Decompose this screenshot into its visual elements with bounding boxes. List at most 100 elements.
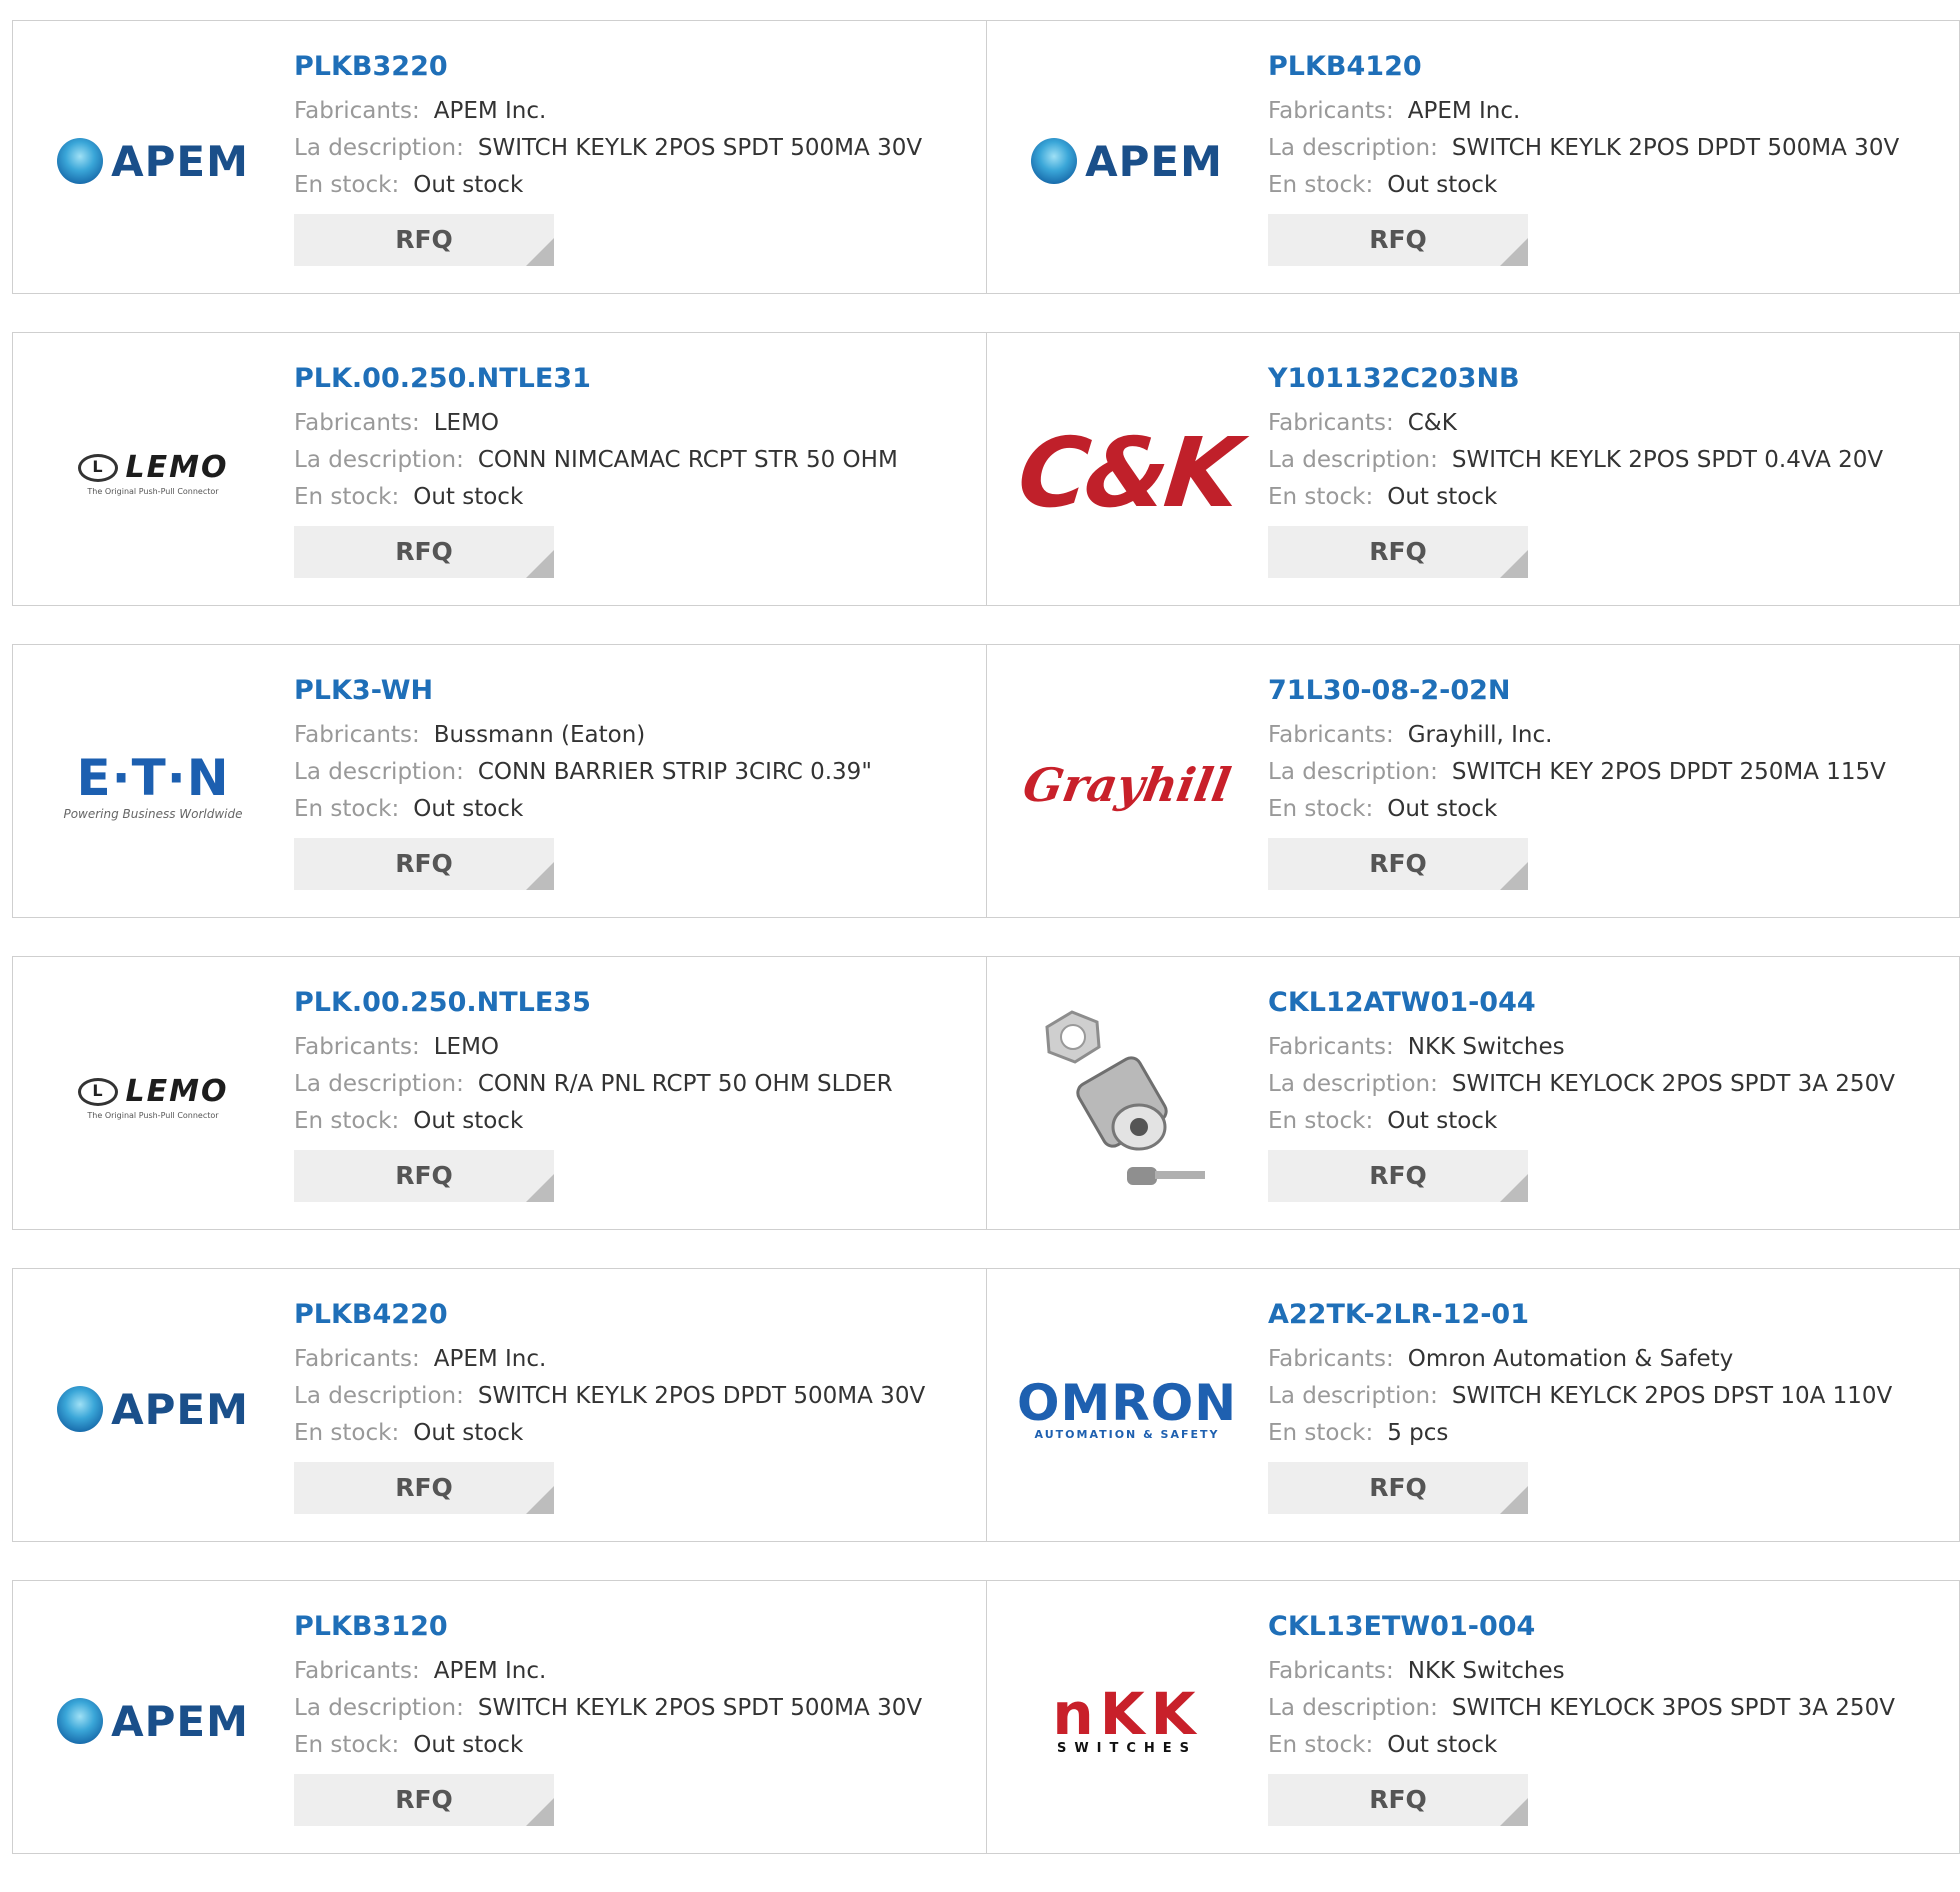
corner-triangle-icon — [526, 238, 554, 266]
manufacturer-logo[interactable]: L LEMO The Original Push-Pull Connector — [53, 373, 253, 573]
manufacturer-value: Grayhill, Inc. — [1407, 722, 1553, 748]
description-label: La description: — [294, 759, 464, 785]
manufacturer-line: Fabricants: C&K — [1268, 405, 1948, 442]
manufacturer-logo[interactable]: APEM — [53, 61, 253, 261]
part-number-link[interactable]: 71L30-08-2-02N — [1268, 673, 1948, 709]
product-info: Y101132C203NB Fabricants: C&K La descript… — [1268, 361, 1948, 578]
description-value: SWITCH KEYLK 2POS SPDT 0.4VA 20V — [1451, 447, 1884, 473]
product-row: L LEMO The Original Push-Pull Connector PL… — [12, 332, 1960, 606]
rfq-button[interactable]: RFQ — [294, 1774, 554, 1826]
rfq-button[interactable]: RFQ — [294, 1462, 554, 1514]
product-card: L LEMO The Original Push-Pull Connector PL… — [12, 332, 987, 606]
description-label: La description: — [1268, 1383, 1438, 1409]
manufacturer-logo[interactable]: OMRON AUTOMATION & SAFETY — [1017, 1309, 1236, 1509]
manufacturer-line: Fabricants: Grayhill, Inc. — [1268, 717, 1948, 754]
manufacturer-value: LEMO — [433, 1034, 500, 1060]
description-value: CONN R/A PNL RCPT 50 OHM SLDER — [477, 1071, 893, 1097]
rfq-label: RFQ — [1369, 849, 1427, 878]
product-info: PLKB4120 Fabricants: APEM Inc. La descrip… — [1268, 49, 1948, 266]
product-row: APEM PLKB3120 Fabricants: APEM Inc. La de… — [12, 1580, 1960, 1854]
rfq-button[interactable]: RFQ — [1268, 1774, 1528, 1826]
product-info: PLKB4220 Fabricants: APEM Inc. La descrip… — [294, 1297, 974, 1514]
stock-line: En stock: Out stock — [294, 1415, 974, 1452]
manufacturer-logo[interactable] — [1027, 997, 1227, 1197]
description-line: La description: CONN NIMCAMAC RCPT STR 50… — [294, 442, 974, 479]
eaton-logo-text: E·T·N — [76, 749, 230, 807]
manufacturer-value: NKK Switches — [1407, 1034, 1565, 1060]
stock-value: Out stock — [1387, 1732, 1498, 1758]
omron-logo-text: OMRON — [1016, 1373, 1238, 1432]
manufacturer-value: C&K — [1407, 410, 1457, 436]
part-number-link[interactable]: CKL12ATW01-044 — [1268, 985, 1948, 1021]
description-line: La description: SWITCH KEY 2POS DPDT 250M… — [1268, 754, 1948, 791]
stock-line: En stock: Out stock — [294, 1103, 974, 1140]
apem-logo: APEM — [57, 137, 249, 186]
part-number-link[interactable]: CKL13ETW01-004 — [1268, 1609, 1948, 1645]
part-number-link[interactable]: PLKB3220 — [294, 49, 974, 85]
stock-value: Out stock — [1387, 796, 1498, 822]
manufacturer-logo[interactable]: E·T·N Powering Business Worldwide — [53, 685, 253, 885]
product-info: 71L30-08-2-02N Fabricants: Grayhill, Inc.… — [1268, 673, 1948, 890]
manufacturer-label: Fabricants: — [294, 722, 420, 748]
stock-label: En stock: — [294, 1420, 400, 1446]
omron-logo: OMRON AUTOMATION & SAFETY — [1017, 1378, 1237, 1441]
globe-icon — [57, 1698, 104, 1744]
corner-triangle-icon — [1500, 1798, 1528, 1826]
globe-icon — [57, 1386, 104, 1432]
description-line: La description: SWITCH KEYLCK 2POS DPST 1… — [1268, 1378, 1948, 1415]
part-number-link[interactable]: PLK3-WH — [294, 673, 974, 709]
manufacturer-value: Bussmann (Eaton) — [433, 722, 646, 748]
manufacturer-logo[interactable]: APEM — [1027, 61, 1227, 261]
manufacturer-logo[interactable]: C&K — [1013, 373, 1241, 573]
product-row: E·T·N Powering Business Worldwide PLK3-WH… — [12, 644, 1960, 918]
apem-logo-text: APEM — [1085, 136, 1223, 186]
manufacturer-value: Omron Automation & Safety — [1407, 1346, 1734, 1372]
manufacturer-value: APEM Inc. — [433, 1658, 547, 1684]
lemo-logo-text: LEMO — [125, 450, 229, 485]
rfq-button[interactable]: RFQ — [1268, 526, 1528, 578]
stock-line: En stock: Out stock — [1268, 167, 1948, 204]
rfq-button[interactable]: RFQ — [1268, 1150, 1528, 1202]
rfq-button[interactable]: RFQ — [294, 526, 554, 578]
manufacturer-line: Fabricants: Bussmann (Eaton) — [294, 717, 974, 754]
nkk-logo: nKK SWITCHES — [1052, 1679, 1202, 1756]
stock-label: En stock: — [1268, 1420, 1374, 1446]
manufacturer-label: Fabricants: — [1268, 1658, 1394, 1684]
manufacturer-logo[interactable]: L LEMO The Original Push-Pull Connector — [53, 997, 253, 1197]
part-number-link[interactable]: Y101132C203NB — [1268, 361, 1948, 397]
nkk-logo-text: nKK — [1052, 1679, 1202, 1748]
manufacturer-logo[interactable]: Grayhill — [1019, 685, 1234, 885]
part-number-link[interactable]: PLKB4220 — [294, 1297, 974, 1333]
manufacturer-label: Fabricants: — [1268, 722, 1394, 748]
part-number-link[interactable]: PLKB4120 — [1268, 49, 1948, 85]
rfq-button[interactable]: RFQ — [1268, 838, 1528, 890]
manufacturer-label: Fabricants: — [1268, 1034, 1394, 1060]
lemo-mark-icon: L — [77, 453, 118, 482]
rfq-button[interactable]: RFQ — [1268, 214, 1528, 266]
product-info: PLK.00.250.NTLE35 Fabricants: LEMO La des… — [294, 985, 974, 1202]
rfq-button[interactable]: RFQ — [1268, 1462, 1528, 1514]
rfq-button[interactable]: RFQ — [294, 1150, 554, 1202]
manufacturer-logo[interactable]: APEM — [53, 1621, 253, 1821]
rfq-button[interactable]: RFQ — [294, 838, 554, 890]
part-number-link[interactable]: PLK.00.250.NTLE35 — [294, 985, 974, 1021]
manufacturer-value: APEM Inc. — [433, 1346, 547, 1372]
product-card: APEM PLKB4220 Fabricants: APEM Inc. La de… — [12, 1268, 987, 1542]
description-line: La description: SWITCH KEYLOCK 3POS SPDT … — [1268, 1690, 1948, 1727]
part-number-link[interactable]: A22TK-2LR-12-01 — [1268, 1297, 1948, 1333]
manufacturer-line: Fabricants: APEM Inc. — [1268, 93, 1948, 130]
manufacturer-line: Fabricants: APEM Inc. — [294, 1653, 974, 1690]
description-line: La description: CONN R/A PNL RCPT 50 OHM … — [294, 1066, 974, 1103]
description-label: La description: — [1268, 1695, 1438, 1721]
lemo-logo: L LEMO The Original Push-Pull Connector — [77, 450, 229, 496]
part-number-link[interactable]: PLK.00.250.NTLE31 — [294, 361, 974, 397]
apem-logo: APEM — [57, 1697, 249, 1746]
lemo-tagline: The Original Push-Pull Connector — [87, 1111, 219, 1120]
manufacturer-logo[interactable]: APEM — [53, 1309, 253, 1509]
rfq-button[interactable]: RFQ — [294, 214, 554, 266]
lemo-logo: L LEMO The Original Push-Pull Connector — [77, 1074, 229, 1120]
description-line: La description: SWITCH KEYLK 2POS SPDT 50… — [294, 130, 974, 167]
stock-line: En stock: Out stock — [294, 791, 974, 828]
manufacturer-logo[interactable]: nKK SWITCHES — [1027, 1621, 1227, 1821]
part-number-link[interactable]: PLKB3120 — [294, 1609, 974, 1645]
